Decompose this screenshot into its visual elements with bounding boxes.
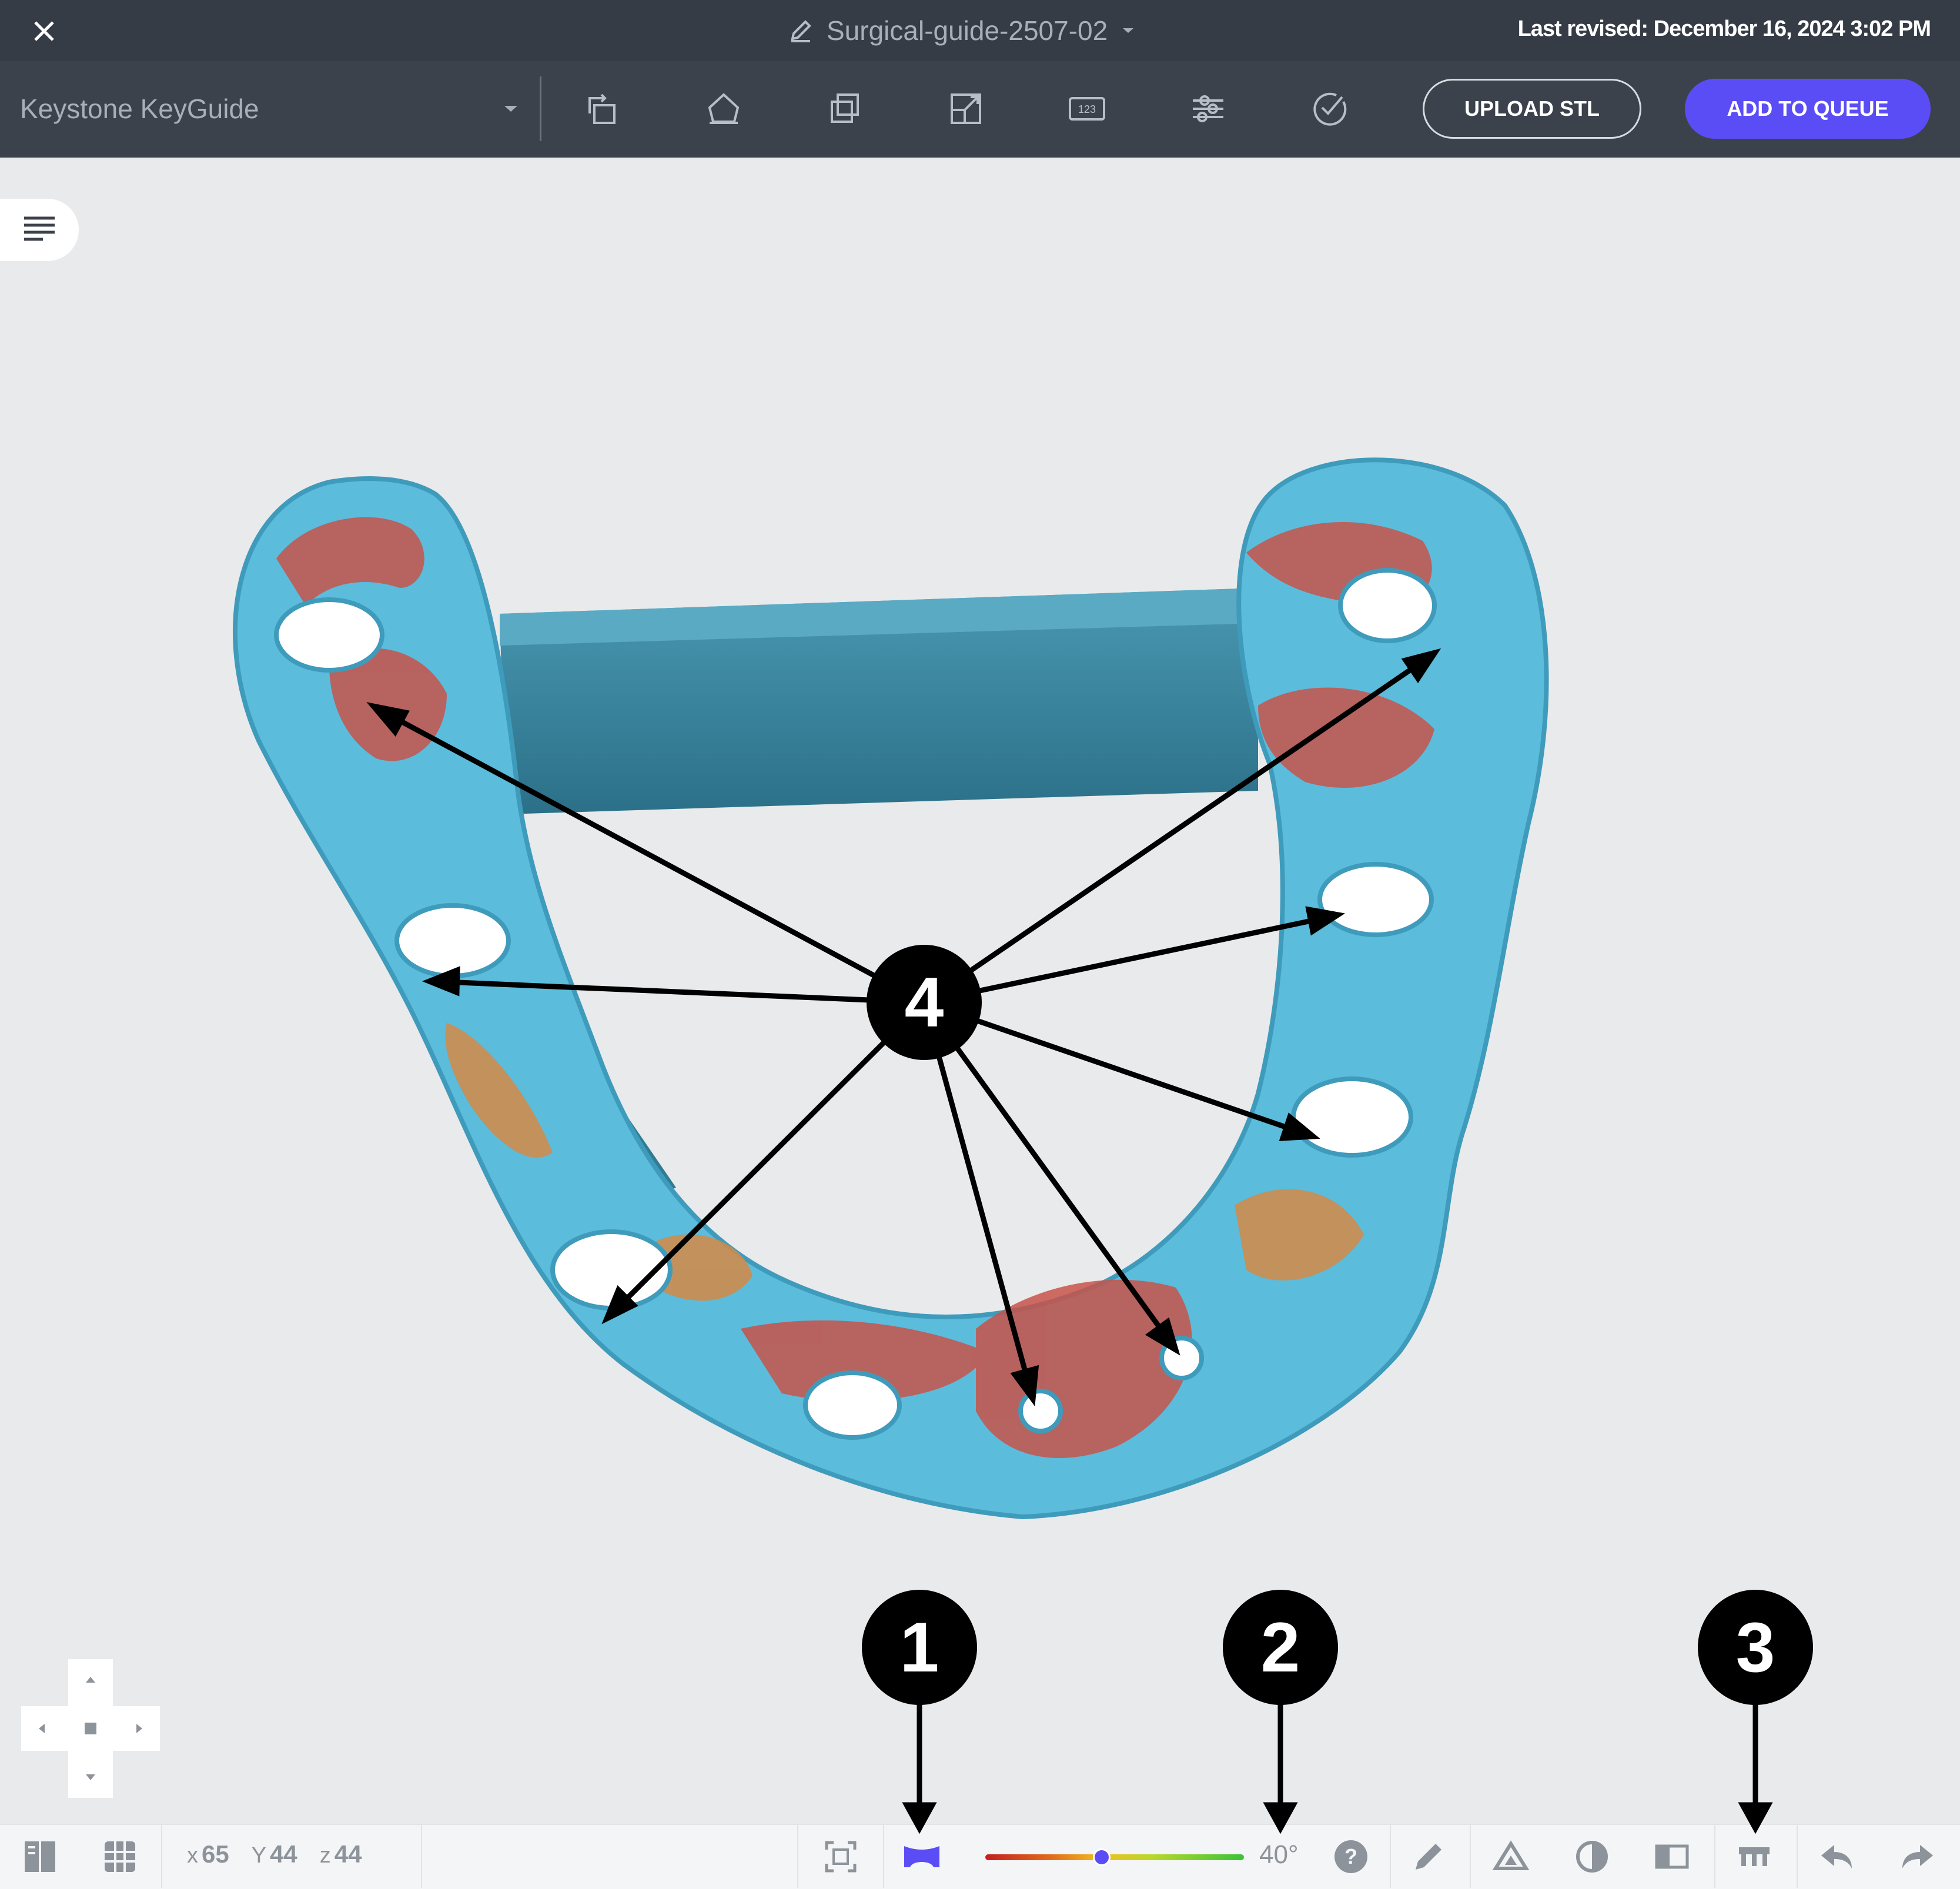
divider [1470,1825,1471,1888]
document-title-area[interactable]: Surgical-guide-2507-02 [788,13,1136,48]
measure-pencil-icon [1416,1844,1441,1870]
orient-tool-button[interactable] [697,82,750,135]
redo-icon [1902,1845,1933,1868]
help-button[interactable]: ? [1333,1839,1369,1874]
callout-1: 1 [862,1590,977,1705]
coordinate-readout: x 65 Y 44 z 44 [187,1840,362,1868]
coord-x: x 65 [187,1840,229,1868]
last-revised-label: Last revised: [1517,16,1648,41]
hole [1317,862,1434,937]
rotate-tool-button[interactable] [576,82,629,135]
hole [1338,568,1437,643]
contrast-icon [1576,1841,1608,1873]
grid-view-button[interactable] [101,1838,139,1875]
slider-track [985,1854,1244,1860]
verify-tool-button[interactable] [1303,82,1356,135]
scale-icon [951,93,981,124]
settings-sliders-icon [1193,95,1223,122]
add-to-queue-button[interactable]: ADD TO QUEUE [1685,79,1931,139]
fit-view-button[interactable] [822,1838,859,1875]
hole [803,1370,902,1440]
upload-stl-button[interactable]: UPLOAD STL [1423,79,1641,139]
undo-icon [1821,1845,1852,1868]
overhang-angle-slider[interactable] [985,1847,1244,1867]
scale-tool-button[interactable] [939,82,992,135]
divider [161,1825,162,1888]
hole [1291,1076,1413,1158]
layer-view-icon [25,1841,55,1872]
coord-z: z 44 [319,1840,362,1868]
document-title: Surgical-guide-2507-02 [827,15,1108,46]
divider [421,1825,422,1888]
slider-thumb[interactable] [1093,1848,1111,1866]
undo-button[interactable] [1818,1838,1855,1875]
callout-4: 4 [867,945,982,1060]
material-select-value: Keystone KeyGuide [20,93,259,124]
coord-y: Y 44 [251,1840,297,1868]
edit-pencil-icon [791,20,811,42]
chevron-down-icon [504,106,517,112]
triangle-mesh-icon [1492,1840,1530,1870]
help-icon: ? [1334,1840,1367,1873]
divider [1797,1825,1798,1888]
hole [394,903,511,978]
toolbar-divider [540,76,541,141]
fit-view-icon [825,1841,857,1873]
close-icon[interactable] [31,18,58,45]
split-view-icon [1655,1844,1689,1869]
callout-2: 2 [1223,1590,1338,1705]
supports-icon [1739,1847,1770,1866]
divider [797,1825,798,1888]
last-revised: Last revised: December 16, 2024 3:02 PM [1518,16,1931,42]
callout-pointers [902,1704,1773,1834]
split-view-button[interactable] [1653,1838,1691,1875]
svg-text:123: 123 [1078,103,1096,115]
duplicate-tool-button[interactable] [818,82,871,135]
material-select[interactable]: Keystone KeyGuide [20,88,520,129]
callout-3: 3 [1698,1590,1813,1705]
redo-button[interactable] [1899,1838,1936,1875]
overhang-mode-icon [904,1846,939,1867]
duplicate-icon [831,93,859,123]
layer-view-button[interactable] [21,1838,59,1875]
verify-check-icon [1313,92,1347,126]
supports-button[interactable] [1735,1838,1773,1875]
settings-tool-button[interactable] [1182,82,1235,135]
label-tool-button[interactable]: 123 [1061,82,1113,135]
overhang-angle-value: 40° [1259,1840,1299,1869]
svg-text:?: ? [1344,1844,1357,1868]
pin-hole [1018,1389,1063,1433]
orient-icon [708,93,740,124]
divider [883,1825,884,1888]
divider [1390,1825,1391,1888]
rotate-icon [588,93,616,124]
divider [1714,1825,1715,1888]
hole [274,597,384,673]
last-revised-value: December 16, 2024 3:02 PM [1653,16,1931,41]
mesh-button[interactable] [1492,1838,1530,1875]
grid-view-icon [105,1841,135,1872]
contrast-button[interactable] [1573,1838,1611,1875]
measure-button[interactable] [1410,1838,1447,1875]
overhang-mode-button[interactable] [899,1838,944,1875]
label-123-icon: 123 [1069,97,1105,121]
chevron-down-icon [1123,28,1134,33]
